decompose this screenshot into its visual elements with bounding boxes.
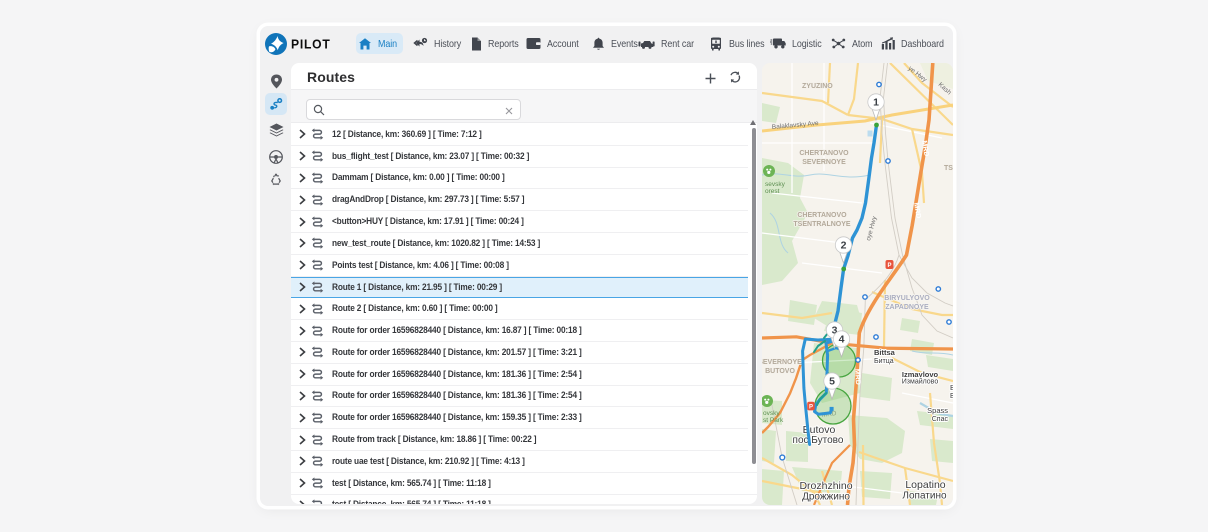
svg-text:Drozhzhino: Drozhzhino bbox=[799, 480, 852, 492]
svg-text:orest: orest bbox=[765, 188, 780, 195]
svg-text:MRD: MRD bbox=[853, 369, 861, 385]
svg-text:sevsky: sevsky bbox=[765, 181, 786, 188]
svg-text:P: P bbox=[887, 263, 891, 269]
svg-text:ovsky: ovsky bbox=[763, 410, 780, 417]
svg-text:Лопатино: Лопатино bbox=[902, 491, 947, 502]
svg-text:Измайлово: Измайлово bbox=[902, 378, 939, 386]
svg-text:TSAR: TSAR bbox=[944, 165, 953, 172]
svg-text:B: B bbox=[950, 383, 953, 392]
svg-text:Битца: Битца bbox=[874, 358, 894, 365]
svg-text:ZYUZINO: ZYUZINO bbox=[802, 83, 833, 90]
svg-text:TSENTRALNOYE: TSENTRALNOYE bbox=[793, 221, 851, 228]
svg-text:SEVERNOYE: SEVERNOYE bbox=[762, 359, 802, 366]
svg-text:BUTOVO: BUTOVO bbox=[765, 368, 795, 375]
svg-text:CHERTANOVO: CHERTANOVO bbox=[799, 150, 849, 157]
svg-text:5: 5 bbox=[829, 376, 835, 388]
svg-text:2: 2 bbox=[841, 240, 847, 252]
svg-text:4: 4 bbox=[839, 334, 845, 346]
svg-text:st Park: st Park bbox=[763, 417, 784, 424]
svg-text:P: P bbox=[809, 405, 813, 411]
svg-text:Дрожжино: Дрожжино bbox=[802, 492, 850, 503]
svg-text:пос.Бутово: пос.Бутово bbox=[793, 435, 844, 446]
svg-text:ZAPADNOYE: ZAPADNOYE bbox=[885, 304, 929, 311]
svg-text:Lopatino: Lopatino bbox=[905, 479, 945, 491]
svg-text:Бу: Бу bbox=[950, 393, 953, 400]
svg-text:Спас: Спас bbox=[932, 416, 949, 423]
svg-text:SEVERNOYE: SEVERNOYE bbox=[802, 159, 846, 166]
svg-text:1: 1 bbox=[873, 97, 879, 109]
svg-text:CHERTANOVO: CHERTANOVO bbox=[797, 212, 847, 219]
svg-text:BIRYULYOVO: BIRYULYOVO bbox=[884, 295, 930, 302]
svg-text:Bittsa: Bittsa bbox=[874, 348, 896, 357]
svg-text:Spass: Spass bbox=[927, 406, 948, 415]
